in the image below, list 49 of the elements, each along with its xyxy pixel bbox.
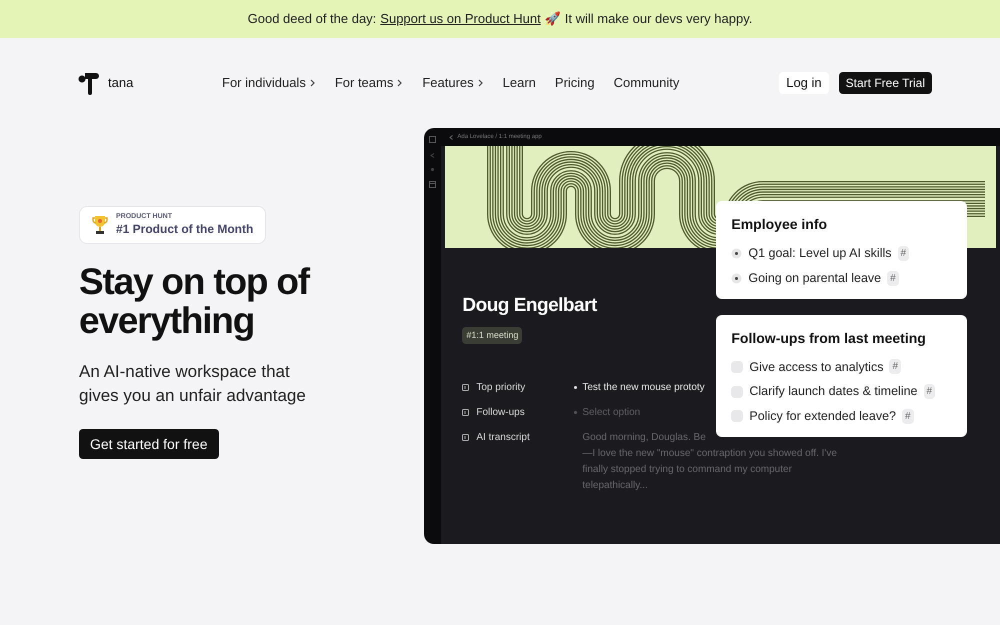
get-started-button[interactable]: Get started for free: [79, 429, 218, 459]
trophy-icon: [92, 215, 108, 235]
item-text: Give access to analytics: [749, 358, 884, 376]
banner-text: Good deed of the day:: [248, 10, 376, 28]
card-title: Follow-ups from last meeting: [731, 328, 927, 348]
sidebar-icon[interactable]: [429, 136, 436, 143]
back-icon[interactable]: [449, 134, 454, 140]
field-value: Test the new mouse prototy: [582, 380, 705, 394]
calendar-icon[interactable]: [429, 181, 436, 188]
hash-tag[interactable]: #: [898, 246, 910, 261]
meeting-tag[interactable]: #1:1 meeting: [462, 326, 522, 344]
headline: Stay on top of everything: [79, 262, 311, 340]
field-icon: [462, 408, 470, 416]
card-title: Employee info: [731, 215, 828, 234]
start-trial-button[interactable]: Start Free Trial: [838, 72, 932, 94]
nav-link[interactable]: For individuals: [222, 73, 316, 93]
hash-tag[interactable]: #: [887, 270, 899, 286]
field-icon: [462, 434, 470, 440]
item-text: Going on parental leave: [748, 270, 882, 287]
logo-icon[interactable]: [78, 71, 100, 95]
rocket-emoji: 🚀: [544, 10, 561, 28]
dot-icon[interactable]: [431, 168, 434, 171]
field-icon: [462, 384, 470, 390]
bullet-icon: [574, 410, 578, 414]
field-label: AI transcript: [476, 430, 530, 444]
field-label: Top priority: [476, 380, 526, 394]
nav-link[interactable]: Features: [422, 73, 484, 93]
person-name: Doug Engelbart: [462, 294, 598, 318]
item-text: Policy for extended leave?: [749, 408, 896, 425]
subheadline: An AI-native workspace that gives you an unfair advantage: [79, 361, 307, 407]
logo-text[interactable]: tana: [108, 73, 134, 93]
item-text: Clarify launch dates & timeline: [749, 383, 918, 400]
hash-tag[interactable]: #: [889, 359, 902, 374]
banner-link[interactable]: Support us on Product Hunt: [380, 9, 541, 29]
nav-link[interactable]: Learn: [502, 73, 536, 93]
nav-link[interactable]: Pricing: [554, 73, 595, 93]
award-title: #1 Product of the Month: [116, 222, 254, 237]
transcript-text: Good morning, Douglas. Be —I love the new "mouse" contraption you showed off. I've finally stopped trying to command my computer telepathically...: [581, 430, 838, 492]
nav-link[interactable]: For teams: [334, 73, 404, 93]
item-text: Q1 goal: Level up AI skills: [748, 245, 892, 262]
bullet-icon: [574, 386, 578, 388]
field-label: Follow-ups: [476, 406, 525, 420]
hash-tag[interactable]: #: [924, 384, 936, 400]
hash-tag[interactable]: #: [902, 408, 914, 424]
login-button[interactable]: Log in: [779, 72, 829, 94]
nav-link[interactable]: Community: [614, 73, 680, 93]
banner-text: It will make our devs very happy.: [564, 10, 752, 28]
bullet-icon: [731, 248, 742, 259]
bullet-icon: [731, 272, 742, 284]
